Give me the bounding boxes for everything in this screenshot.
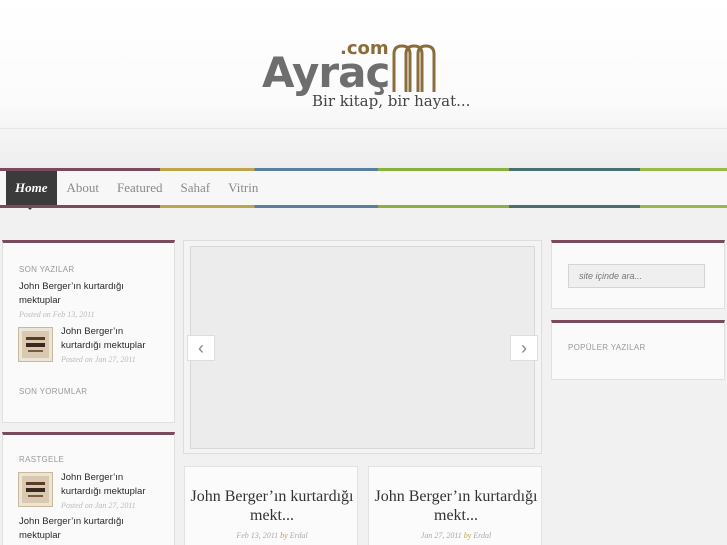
nav-item-home[interactable]: Home [6,171,57,210]
main-nav: Home About Featured Sahaf Vitrin [0,168,727,210]
post-date: Feb 13, 2011 [236,531,279,540]
recent-post-meta: Posted on Jan 27, 2011 [61,355,136,364]
chevron-right-icon: › [521,338,527,358]
random-posts-widget: RASTGELE John Berger’ın kurtardığı mektu… [2,432,175,545]
post-card-title[interactable]: John Berger’ın kurtardığı mekt... [185,487,359,525]
recent-post-link[interactable]: John Berger’ın kurtardığı mektuplar [61,325,161,353]
post-date: Jan 27, 2011 [420,531,462,540]
post-by: by [280,531,288,540]
post-thumbnail[interactable] [19,473,52,506]
recent-posts-widget: SON YAZILAR John Berger’ın kurtardığı me… [2,240,175,423]
featured-slider: ‹ › [183,240,542,454]
chevron-left-icon: ‹ [198,338,204,358]
post-card-meta: Feb 13, 2011 by Erdal [185,531,359,540]
post-card[interactable]: John Berger’ın kurtardığı mekt... Feb 13… [184,466,358,545]
site-logo[interactable]: Ayraç .com Bir kitap, bir hayat... [262,38,472,118]
header-divider [0,128,727,168]
widget-title-random: RASTGELE [19,455,65,464]
post-card-meta: Jan 27, 2011 by Erdal [369,531,543,540]
widget-title-comments: SON YORUMLAR [19,387,88,396]
post-card-title[interactable]: John Berger’ın kurtardığı mekt... [369,487,543,525]
popular-posts-widget: POPÜLER YAZILAR [551,320,725,380]
recent-post-meta: Posted on Feb 13, 2011 [19,310,95,319]
nav-menu: Home About Featured Sahaf Vitrin [6,171,268,210]
site-tagline: Bir kitap, bir hayat... [312,92,471,110]
post-thumbnail[interactable] [19,328,52,361]
nav-item-featured[interactable]: Featured [117,171,172,205]
site-header: Ayraç .com Bir kitap, bir hayat... [0,0,727,168]
post-by: by [463,531,472,540]
nav-item-about[interactable]: About [67,171,110,205]
slider-prev-button[interactable]: ‹ [187,335,215,361]
nav-item-vitrin[interactable]: Vitrin [228,171,268,205]
nav-item-sahaf[interactable]: Sahaf [180,171,220,205]
nav-stripe-bottom [0,205,727,208]
random-post-link[interactable]: John Berger’ın kurtardığı mektuplar [61,471,161,499]
widget-title-popular: POPÜLER YAZILAR [568,343,646,352]
books-icon [392,44,436,92]
slider-viewport [190,246,535,449]
widget-title-recent: SON YAZILAR [19,265,75,274]
random-post-meta: Posted on Jan 27, 2011 [61,501,136,510]
logo-domain: .com [340,38,389,59]
slider-next-button[interactable]: › [510,335,538,361]
recent-post-link[interactable]: John Berger’ın kurtardığı mektuplar [19,280,149,308]
post-author[interactable]: Erdal [290,531,308,540]
random-post-link[interactable]: John Berger’ın kurtardığı mektuplar [19,515,149,543]
post-card[interactable]: John Berger’ın kurtardığı mekt... Jan 27… [368,466,542,545]
post-author[interactable]: Erdal [473,531,491,540]
search-input[interactable] [568,264,705,288]
